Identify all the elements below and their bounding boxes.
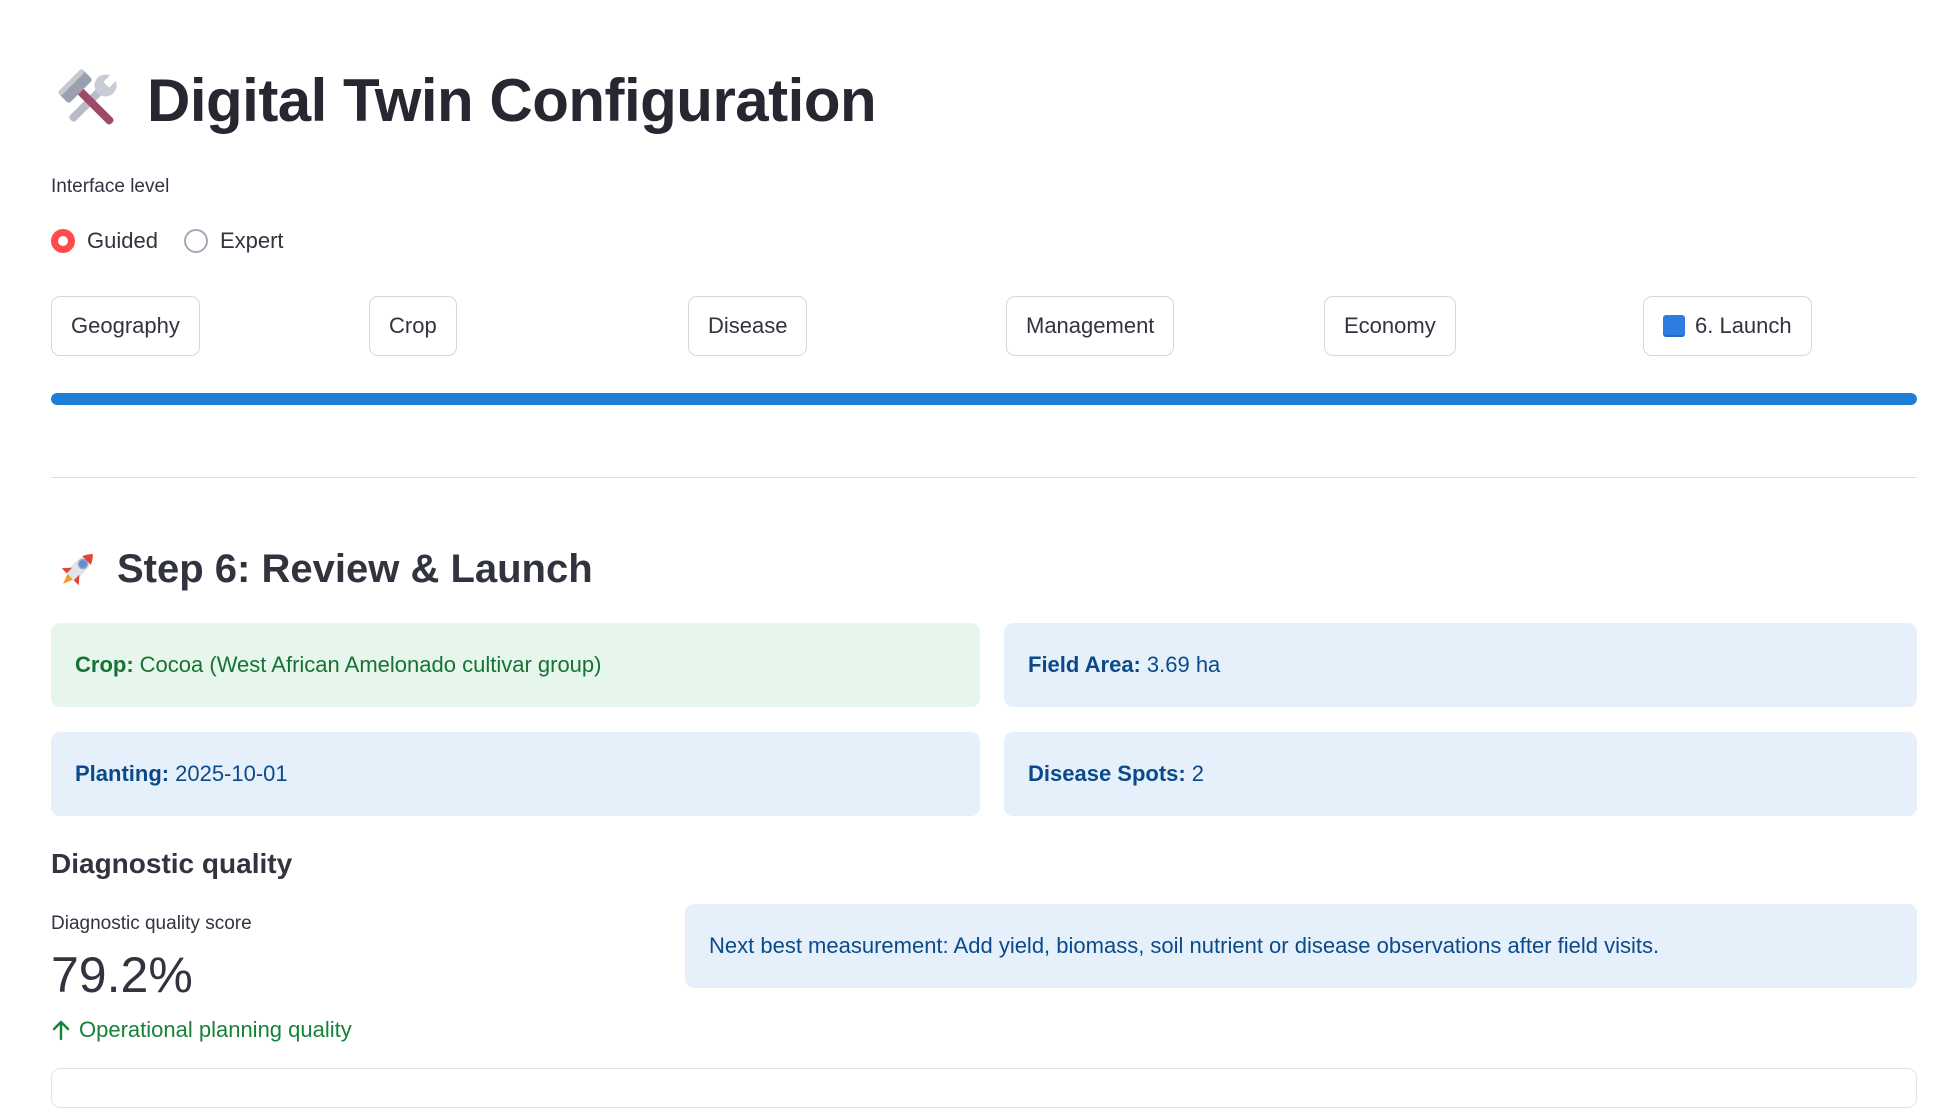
divider: [51, 477, 1917, 478]
step-label: Crop: [389, 313, 437, 338]
page-title: Digital Twin Configuration: [147, 67, 877, 134]
step-disease-button[interactable]: Disease: [688, 296, 808, 356]
planting-label: Planting:: [75, 761, 170, 786]
crop-summary-card: Crop: Cocoa (West African Amelonado cult…: [51, 623, 980, 707]
blue-square-icon: [1663, 315, 1685, 337]
radio-guided-label: Guided: [87, 228, 158, 253]
step-economy-button[interactable]: Economy: [1324, 296, 1456, 356]
step-geography-button[interactable]: Geography: [51, 296, 200, 356]
progress-bar: [51, 393, 1917, 405]
step-label: Geography: [71, 313, 180, 338]
arrow-up-icon: [52, 1020, 70, 1041]
field-area-card: Field Area: 3.69 ha: [1004, 623, 1917, 707]
bottom-container: [51, 1068, 1917, 1108]
interface-level-radio-group: Guided Expert: [51, 228, 284, 254]
metric-value: 79.2%: [51, 947, 193, 1003]
diagnostic-quality-heading: Diagnostic quality: [51, 848, 293, 879]
title-row: Digital Twin Configuration: [55, 66, 877, 136]
next-measurement-text: Next best measurement: Add yield, biomas…: [709, 933, 1660, 958]
step-navigation: Geography Crop Disease Management Econom…: [51, 296, 1917, 356]
disease-spots-card: Disease Spots: 2: [1004, 732, 1917, 816]
hammer-wrench-icon: [58, 69, 118, 125]
step-launch-button[interactable]: 6. Launch: [1643, 296, 1812, 356]
radio-guided[interactable]: Guided: [51, 228, 158, 254]
step-title: Step 6: Review & Launch: [117, 546, 593, 591]
step-label: 6. Launch: [1695, 313, 1792, 338]
step-title-row: Step 6: Review & Launch: [55, 546, 593, 592]
planting-value: 2025-10-01: [175, 761, 288, 786]
planting-card: Planting: 2025-10-01: [51, 732, 980, 816]
disease-spots-label: Disease Spots:: [1028, 761, 1186, 786]
step-label: Management: [1026, 313, 1155, 338]
metric-delta: Operational planning quality: [51, 1017, 352, 1043]
radio-selected-icon: [51, 229, 75, 253]
radio-expert[interactable]: Expert: [183, 228, 284, 254]
field-area-label: Field Area:: [1028, 652, 1141, 677]
crop-value: Cocoa (West African Amelonado cultivar g…: [139, 652, 602, 677]
step-crop-button[interactable]: Crop: [369, 296, 457, 356]
progress-bar-fill: [51, 393, 1917, 405]
radio-unselected-icon: [183, 229, 208, 253]
field-area-value: 3.69 ha: [1146, 652, 1221, 677]
interface-level-label: Interface level: [51, 176, 170, 197]
rocket-icon: [61, 554, 93, 586]
disease-spots-value: 2: [1191, 761, 1204, 786]
metric-label: Diagnostic quality score: [51, 913, 252, 934]
crop-label: Crop:: [75, 652, 134, 677]
step-label: Disease: [708, 313, 788, 338]
step-management-button[interactable]: Management: [1006, 296, 1175, 356]
radio-expert-label: Expert: [219, 228, 284, 253]
step-label: Economy: [1344, 313, 1436, 338]
next-measurement-card: Next best measurement: Add yield, biomas…: [685, 904, 1917, 988]
metric-delta-label: Operational planning quality: [79, 1017, 352, 1042]
